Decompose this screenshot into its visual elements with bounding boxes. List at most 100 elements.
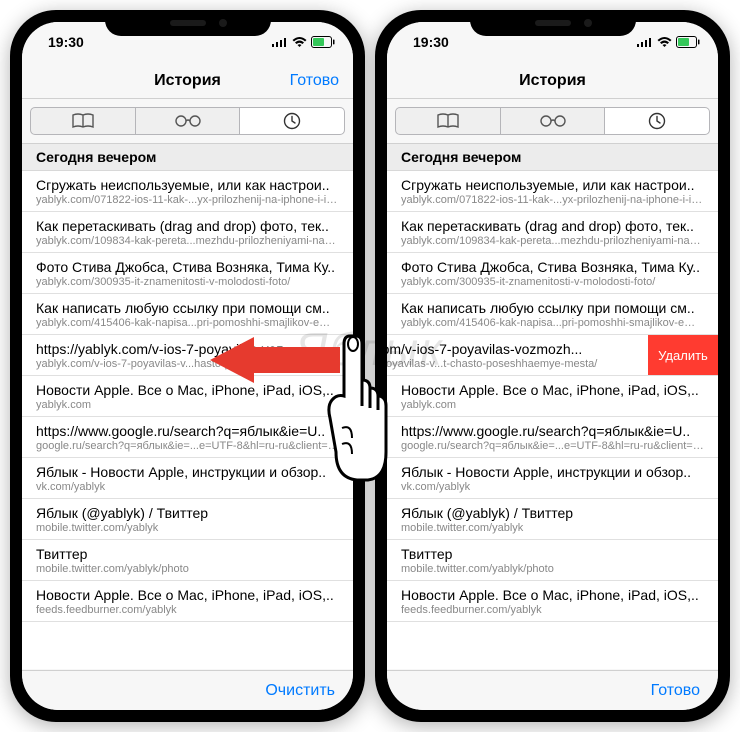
- navbar: История: [387, 62, 718, 99]
- status-right: [637, 36, 700, 48]
- row-title: Яблык (@yablyk) / Твиттер: [401, 505, 704, 521]
- history-row[interactable]: Твиттерmobile.twitter.com/yablyk/photo: [22, 540, 353, 581]
- status-time: 19:30: [48, 34, 84, 50]
- history-row[interactable]: Как написать любую ссылку при помощи см.…: [387, 294, 718, 335]
- phone-right: 19:30 История: [375, 10, 730, 722]
- tab-readinglist[interactable]: [136, 107, 241, 135]
- row-title: Твиттер: [36, 546, 339, 562]
- history-row[interactable]: https://www.google.ru/search?q=яблык&ie=…: [387, 417, 718, 458]
- wifi-icon: [657, 37, 672, 48]
- navbar: История Готово: [22, 62, 353, 99]
- status-time: 19:30: [413, 34, 449, 50]
- history-row[interactable]: Фото Стива Джобса, Стива Возняка, Тима К…: [387, 253, 718, 294]
- row-url: feeds.feedburner.com/yablyk: [36, 604, 339, 616]
- row-url: yablyk.com/300935-it-znamenitosti-v-molo…: [36, 276, 339, 288]
- done-toolbar-button[interactable]: Готово: [651, 682, 700, 700]
- row-url: yablyk.com/109834-kak-pereta...mezhdu-pr…: [401, 235, 704, 247]
- row-url: yablyk.com/415406-kak-napisa...pri-pomos…: [401, 317, 704, 329]
- row-url: vk.com/yablyk: [401, 481, 704, 493]
- row-title: Как написать любую ссылку при помощи см.…: [401, 300, 704, 316]
- pointer-hand-icon: [322, 328, 392, 488]
- glasses-icon: [538, 114, 568, 128]
- row-title: Твиттер: [401, 546, 704, 562]
- row-url: m/v-ios-7-poyavilas-v...t-chasto-poseshh…: [387, 358, 644, 370]
- row-title: Сгружать неиспользуемые, или как настрои…: [401, 177, 704, 193]
- delete-button[interactable]: Удалить: [648, 335, 718, 375]
- history-row-swiped[interactable]: yablyk.com/v-ios-7-poyavilas-vozmozh... …: [387, 335, 718, 376]
- tab-bookmarks[interactable]: [30, 107, 136, 135]
- history-row[interactable]: Яблык - Новости Apple, инструкции и обзо…: [22, 458, 353, 499]
- history-row[interactable]: Как перетаскивать (drag and drop) фото, …: [22, 212, 353, 253]
- row-url: feeds.feedburner.com/yablyk: [401, 604, 704, 616]
- nav-title: История: [519, 72, 586, 89]
- history-row[interactable]: Как написать любую ссылку при помощи см.…: [22, 294, 353, 335]
- battery-icon: [311, 36, 335, 48]
- history-row[interactable]: Как перетаскивать (drag and drop) фото, …: [387, 212, 718, 253]
- book-icon: [72, 113, 94, 129]
- row-url: google.ru/search?q=яблык&ie=...e=UTF-8&h…: [36, 440, 339, 452]
- row-title: yablyk.com/v-ios-7-poyavilas-vozmozh...: [387, 341, 644, 357]
- done-button[interactable]: Готово: [290, 72, 339, 90]
- section-header: Сегодня вечером: [387, 144, 718, 171]
- row-title: Новости Apple. Все о Mac, iPhone, iPad, …: [401, 587, 704, 603]
- row-url: mobile.twitter.com/yablyk: [36, 522, 339, 534]
- row-title: Сгружать неиспользуемые, или как настрои…: [36, 177, 339, 193]
- history-row[interactable]: Сгружать неиспользуемые, или как настрои…: [387, 171, 718, 212]
- row-title: Фото Стива Джобса, Стива Возняка, Тима К…: [36, 259, 339, 275]
- signal-icon: [637, 37, 653, 47]
- row-title: Новости Apple. Все о Mac, iPhone, iPad, …: [36, 587, 339, 603]
- tab-segmented: [387, 99, 718, 144]
- history-row[interactable]: Фото Стива Джобса, Стива Возняка, Тима К…: [22, 253, 353, 294]
- row-url: yablyk.com/415406-kak-napisa...pri-pomos…: [36, 317, 339, 329]
- row-title: https://www.google.ru/search?q=яблык&ie=…: [36, 423, 339, 439]
- history-list-left: Сгружать неиспользуемые, или как настрои…: [22, 171, 353, 669]
- battery-icon: [676, 36, 700, 48]
- row-title: Яблык - Новости Apple, инструкции и обзо…: [401, 464, 704, 480]
- row-title: Яблык - Новости Apple, инструкции и обзо…: [36, 464, 339, 480]
- tab-bookmarks[interactable]: [395, 107, 501, 135]
- history-row[interactable]: https://www.google.ru/search?q=яблык&ie=…: [22, 417, 353, 458]
- nav-title: История: [154, 72, 221, 89]
- swipe-arrow-icon: [210, 335, 340, 385]
- row-url: vk.com/yablyk: [36, 481, 339, 493]
- row-title: Как написать любую ссылку при помощи см.…: [36, 300, 339, 316]
- toolbar: Очистить: [22, 670, 353, 710]
- row-title: Как перетаскивать (drag and drop) фото, …: [36, 218, 339, 234]
- stage: 19:30 История Готово: [0, 0, 740, 732]
- glasses-icon: [173, 114, 203, 128]
- row-url: google.ru/search?q=яблык&ie=...e=UTF-8&h…: [401, 440, 704, 452]
- history-row[interactable]: Новости Apple. Все о Mac, iPhone, iPad, …: [387, 376, 718, 417]
- notch: [105, 10, 271, 36]
- row-url: yablyk.com/071822-ios-11-kak-...yx-prilo…: [401, 194, 704, 206]
- clock-icon: [283, 112, 301, 130]
- history-row[interactable]: Сгружать неиспользуемые, или как настрои…: [22, 171, 353, 212]
- row-title: Как перетаскивать (drag and drop) фото, …: [401, 218, 704, 234]
- history-row[interactable]: Яблык - Новости Apple, инструкции и обзо…: [387, 458, 718, 499]
- row-title: Новости Apple. Все о Mac, iPhone, iPad, …: [401, 382, 704, 398]
- wifi-icon: [292, 37, 307, 48]
- status-right: [272, 36, 335, 48]
- section-header: Сегодня вечером: [22, 144, 353, 171]
- tab-history[interactable]: [240, 107, 345, 135]
- tab-readinglist[interactable]: [501, 107, 606, 135]
- history-row[interactable]: Яблык (@yablyk) / Твиттерmobile.twitter.…: [387, 499, 718, 540]
- tab-segmented: [22, 99, 353, 144]
- toolbar: Готово: [387, 670, 718, 710]
- row-url: yablyk.com/109834-kak-pereta...mezhdu-pr…: [36, 235, 339, 247]
- row-title: Фото Стива Джобса, Стива Возняка, Тима К…: [401, 259, 704, 275]
- row-title: https://www.google.ru/search?q=яблык&ie=…: [401, 423, 704, 439]
- row-url: yablyk.com: [36, 399, 339, 411]
- signal-icon: [272, 37, 288, 47]
- row-url: yablyk.com/300935-it-znamenitosti-v-molo…: [401, 276, 704, 288]
- history-row[interactable]: Новости Apple. Все о Mac, iPhone, iPad, …: [387, 581, 718, 622]
- clear-button[interactable]: Очистить: [265, 682, 335, 700]
- notch: [470, 10, 636, 36]
- history-row[interactable]: Твиттерmobile.twitter.com/yablyk/photo: [387, 540, 718, 581]
- clock-icon: [648, 112, 666, 130]
- tab-history[interactable]: [605, 107, 710, 135]
- history-list-right: Сгружать неиспользуемые, или как настрои…: [387, 171, 718, 669]
- row-url: mobile.twitter.com/yablyk: [401, 522, 704, 534]
- history-row[interactable]: Яблык (@yablyk) / Твиттерmobile.twitter.…: [22, 499, 353, 540]
- history-row[interactable]: Новости Apple. Все о Mac, iPhone, iPad, …: [22, 581, 353, 622]
- row-url: yablyk.com/071822-ios-11-kak-...yx-prilo…: [36, 194, 339, 206]
